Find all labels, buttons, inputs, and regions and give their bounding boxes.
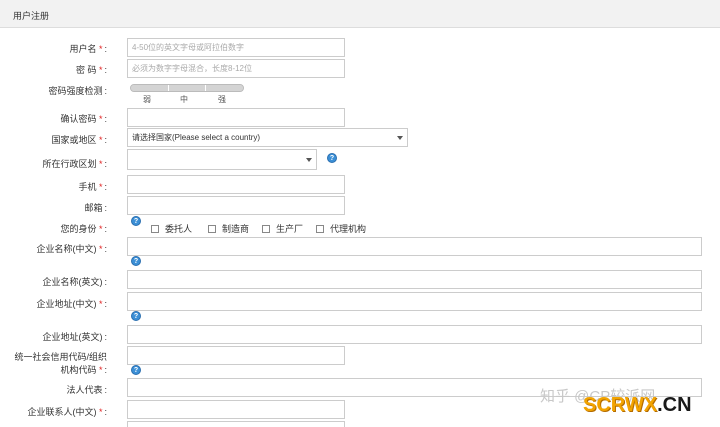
question-circle-icon[interactable]: ? [131,311,141,321]
identity-option-manufacturer[interactable]: 制造商 [208,222,249,235]
address-cn-input[interactable] [127,292,702,311]
country-select-value: 请选择国家(Please select a country) [132,133,261,142]
chevron-down-icon [397,136,403,140]
company-en-label: 企业名称(英文): [42,277,107,287]
chevron-down-icon [306,158,312,162]
question-circle-icon[interactable]: ? [131,365,141,375]
checkbox[interactable] [208,224,216,233]
address-cn-label: 企业地址(中文) *: [36,299,107,309]
country-select[interactable]: 请选择国家(Please select a country) [127,128,408,147]
address-en-input[interactable] [127,325,702,344]
page-header: 用户注册 [0,0,720,28]
region-label: 所在行政区划 *: [42,159,107,169]
identity-option-agency[interactable]: 代理机构 [316,222,366,235]
identity-label: 您的身份 *: [60,224,107,234]
country-label: 国家或地区 *: [51,135,107,145]
phone-input[interactable] [127,175,345,194]
checkbox[interactable] [151,224,159,233]
password-input[interactable] [127,59,345,78]
username-input[interactable] [127,38,345,57]
confirm-label: 确认密码 *: [60,114,107,124]
identity-option-factory[interactable]: 生产厂 [262,222,303,235]
password-label: 密 码 *: [75,65,107,75]
credit-code-input[interactable] [127,346,345,365]
credit-code-label-line1: 统一社会信用代码/组织 [14,352,107,362]
strength-label: 密码强度检测: [48,86,107,96]
strength-strong: 强 [218,95,226,104]
contact-cn-input[interactable] [127,400,345,419]
confirm-password-input[interactable] [127,108,345,127]
company-name-en-input[interactable] [127,270,702,289]
company-name-cn-input[interactable] [127,237,702,256]
checkbox[interactable] [262,224,270,233]
contact-cn-label: 企业联系人(中文) *: [27,407,107,417]
brand-watermark: SCRWX.CN [583,394,692,416]
strength-medium: 中 [180,95,188,104]
region-select[interactable] [127,149,317,170]
company-cn-label: 企业名称(中文) *: [36,244,107,254]
question-circle-icon[interactable]: ? [131,216,141,226]
page-title: 用户注册 [13,11,50,21]
phone-label: 手机 *: [78,182,107,192]
legal-rep-label: 法人代表: [66,385,107,395]
email-input[interactable] [127,196,345,215]
contact-next-input[interactable] [127,421,345,427]
email-label: 邮箱: [84,203,107,213]
checkbox[interactable] [316,224,324,233]
address-en-label: 企业地址(英文): [42,332,107,342]
question-circle-icon[interactable]: ? [131,256,141,266]
credit-code-label-line2: 机构代码 *: [60,365,107,375]
strength-weak: 弱 [143,95,151,104]
password-strength-bar [130,84,244,92]
identity-option-consignor[interactable]: 委托人 [151,222,192,235]
username-label: 用户名 *: [69,44,107,54]
question-circle-icon[interactable]: ? [327,153,337,163]
